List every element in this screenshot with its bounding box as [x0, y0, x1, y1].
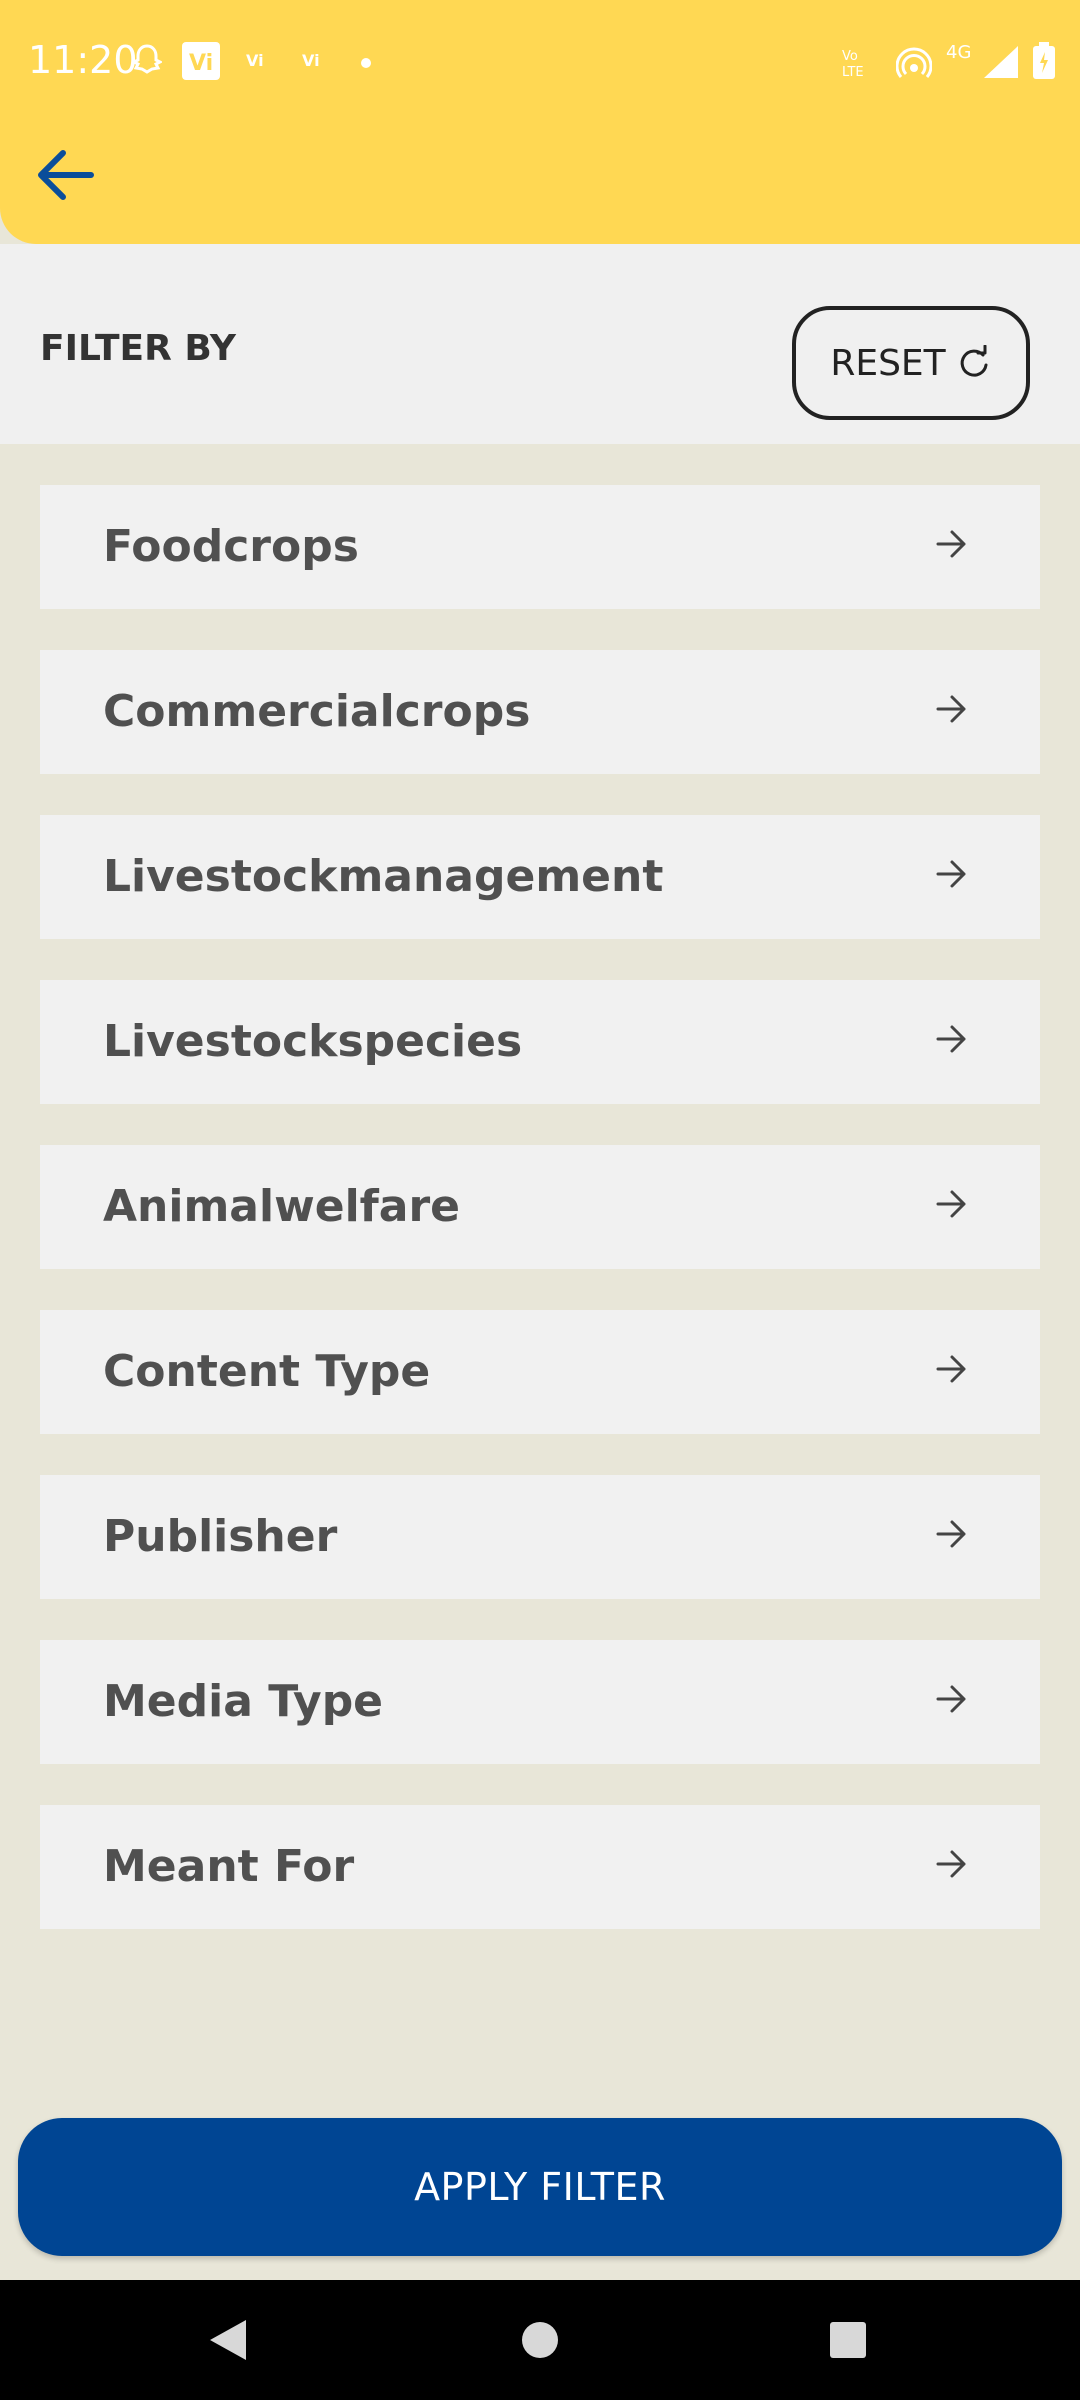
back-button[interactable]	[30, 140, 100, 210]
svg-text:4G: 4G	[946, 42, 971, 63]
filter-item-label: Publisher	[103, 1511, 338, 1562]
arrow-right-icon	[936, 530, 966, 558]
snapchat-icon	[130, 44, 164, 82]
4g-icon: 4G	[946, 40, 980, 68]
recents-square-icon	[830, 2322, 866, 2358]
filter-item-foodcrops[interactable]: Foodcrops	[40, 485, 1040, 609]
svg-text:Vi: Vi	[302, 51, 320, 70]
svg-text:Vi: Vi	[246, 51, 264, 70]
filter-item-label: Content Type	[103, 1346, 431, 1397]
refresh-icon	[960, 345, 988, 377]
filter-item-label: Commercialcrops	[103, 686, 531, 737]
vi-small-icon: Vi	[302, 50, 326, 74]
signal-icon	[984, 46, 1018, 82]
svg-text:Vo: Vo	[842, 49, 858, 64]
system-nav-bar	[0, 2280, 1080, 2400]
filter-item-label: Livestockspecies	[103, 1016, 523, 1067]
arrow-right-icon	[936, 860, 966, 888]
arrow-right-icon	[936, 1355, 966, 1383]
arrow-right-icon	[936, 695, 966, 723]
filter-item-label: Foodcrops	[103, 521, 359, 572]
dot-icon	[360, 54, 372, 73]
arrow-right-icon	[936, 1190, 966, 1218]
filter-item-animalwelfare[interactable]: Animalwelfare	[40, 1145, 1040, 1269]
filter-item-label: Animalwelfare	[103, 1181, 461, 1232]
battery-icon	[1032, 42, 1056, 84]
volte-icon: Vo LTE	[842, 46, 878, 84]
svg-text:LTE: LTE	[842, 65, 864, 80]
reset-button[interactable]: RESET	[792, 306, 1030, 420]
filter-item-livestockspecies[interactable]: Livestockspecies	[40, 980, 1040, 1104]
arrow-left-icon	[38, 150, 94, 200]
filter-item-media-type[interactable]: Media Type	[40, 1640, 1040, 1764]
vi-icon: Vi	[182, 42, 220, 84]
hotspot-icon	[895, 46, 933, 84]
arrow-right-icon	[936, 1685, 966, 1713]
reset-label: RESET	[830, 342, 946, 384]
filter-item-livestockmanagement[interactable]: Livestockmanagement	[40, 815, 1040, 939]
filter-item-label: Meant For	[103, 1841, 355, 1892]
filter-item-label: Livestockmanagement	[103, 851, 664, 902]
nav-recents-button[interactable]	[788, 2280, 908, 2400]
nav-home-button[interactable]	[480, 2280, 600, 2400]
vi-small-icon: Vi	[246, 50, 270, 74]
back-triangle-icon	[210, 2320, 246, 2360]
filter-item-meant-for[interactable]: Meant For	[40, 1805, 1040, 1929]
filter-item-publisher[interactable]: Publisher	[40, 1475, 1040, 1599]
svg-text:Vi: Vi	[189, 51, 213, 76]
apply-filter-button[interactable]: APPLY FILTER	[18, 2118, 1062, 2256]
nav-back-button[interactable]	[168, 2280, 288, 2400]
app-header: 11:20 Vi Vi Vi Vo LTE 4G	[0, 0, 1080, 244]
home-circle-icon	[522, 2322, 558, 2358]
filter-category-list: Foodcrops Commercialcrops Livestockmanag…	[40, 485, 1040, 1970]
apply-filter-label: APPLY FILTER	[414, 2165, 666, 2209]
status-bar: 11:20 Vi Vi Vi Vo LTE 4G	[0, 0, 1080, 120]
filter-item-label: Media Type	[103, 1676, 384, 1727]
filter-item-commercialcrops[interactable]: Commercialcrops	[40, 650, 1040, 774]
filter-title: FILTER BY	[40, 328, 236, 369]
status-time: 11:20	[28, 38, 138, 82]
filter-item-content-type[interactable]: Content Type	[40, 1310, 1040, 1434]
arrow-right-icon	[936, 1850, 966, 1878]
arrow-right-icon	[936, 1025, 966, 1053]
arrow-right-icon	[936, 1520, 966, 1548]
